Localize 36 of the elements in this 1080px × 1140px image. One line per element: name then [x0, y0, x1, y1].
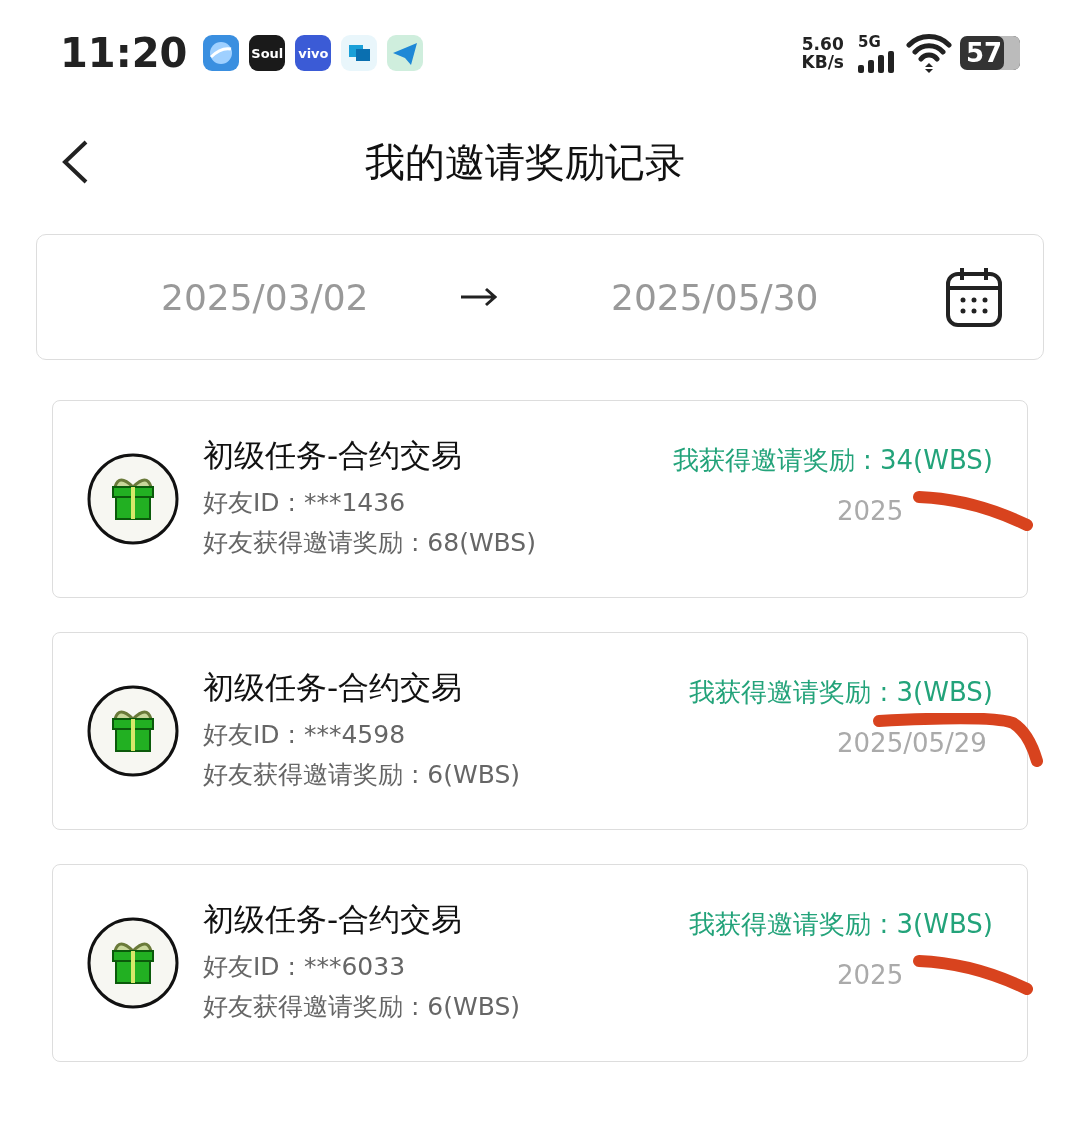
- wifi-icon: [906, 33, 952, 73]
- back-icon[interactable]: [60, 139, 90, 185]
- task-title: 初级任务-合约交易: [203, 900, 463, 939]
- my-reward: 我获得邀请奖励 : 3(WBS): [689, 908, 993, 941]
- speed-unit: KB/s: [801, 53, 844, 71]
- app-icon: vivo: [295, 35, 332, 71]
- app-icon: Soul: [249, 35, 286, 71]
- network-speed: 5.60: [801, 35, 844, 53]
- chat-app-icon: [341, 35, 378, 71]
- start-date: 2025/03/02: [161, 276, 370, 318]
- gift-icon: [87, 917, 179, 1009]
- my-reward: 我获得邀请奖励 : 3(WBS): [689, 676, 993, 709]
- record-date: 2025/05/29: [837, 728, 987, 758]
- friend-reward: 好友获得邀请奖励 : 68(WBS): [203, 527, 536, 559]
- record-date: 2025: [837, 960, 904, 990]
- end-date: 2025/05/30: [611, 276, 820, 318]
- arrow-icon: [461, 287, 497, 307]
- page-title: 我的邀请奖励记录: [364, 137, 686, 187]
- sphere-app-icon: [203, 35, 240, 71]
- calendar-icon[interactable]: [945, 266, 1003, 328]
- friend-reward: 好友获得邀请奖励 : 6(WBS): [203, 759, 521, 791]
- friend-id: 好友ID : ***1436: [203, 487, 406, 519]
- friend-id: 好友ID : ***6033: [203, 951, 406, 983]
- friend-id: 好友ID : ***4598: [203, 719, 406, 751]
- record-date: 2025: [837, 496, 904, 526]
- my-reward: 我获得邀请奖励 : 34(WBS): [672, 444, 993, 477]
- task-title: 初级任务-合约交易: [203, 436, 463, 475]
- task-title: 初级任务-合约交易: [203, 668, 463, 707]
- date-range-field[interactable]: 2025/03/02 2025/05/30: [36, 234, 1044, 360]
- status-time: 11:20: [60, 30, 188, 76]
- network-type: 5G: [858, 33, 882, 51]
- gift-icon: [87, 453, 179, 545]
- gift-icon: [87, 685, 179, 777]
- friend-reward: 好友获得邀请奖励 : 6(WBS): [203, 991, 521, 1023]
- paper-plane-app-icon: [387, 35, 424, 71]
- battery-icon: 57: [960, 36, 1020, 70]
